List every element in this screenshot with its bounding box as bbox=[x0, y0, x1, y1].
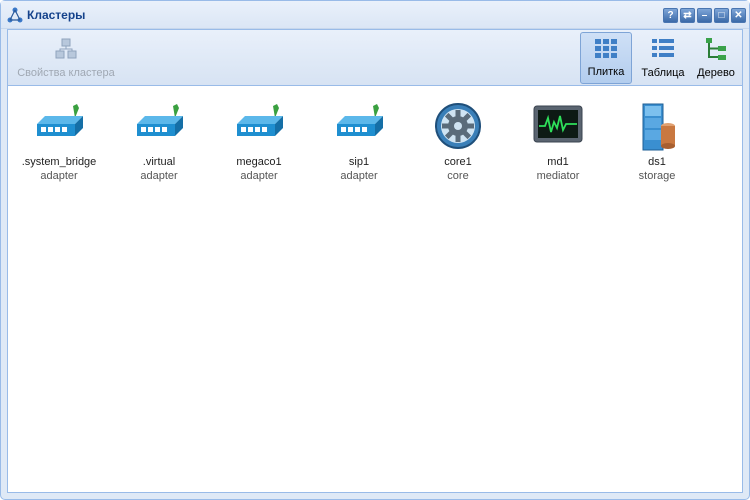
cluster-type: adapter bbox=[240, 170, 278, 182]
cluster-tile-core1[interactable]: core1 core bbox=[411, 98, 505, 188]
cluster-tile-system-bridge[interactable]: .system_bridge adapter bbox=[12, 98, 106, 188]
cluster-properties-label: Свойства кластера bbox=[17, 67, 115, 79]
cluster-type: adapter bbox=[40, 170, 78, 182]
adapter-icon bbox=[37, 104, 83, 136]
cluster-type: adapter bbox=[140, 170, 178, 182]
cluster-name: sip1 bbox=[348, 156, 370, 168]
refresh-button[interactable]: ⇄ bbox=[680, 8, 695, 23]
gear-icon bbox=[435, 103, 481, 149]
adapter-icon bbox=[137, 104, 183, 136]
view-table-button[interactable]: Таблица bbox=[636, 32, 690, 84]
cluster-name: md1 bbox=[547, 156, 569, 168]
cluster-tile-virtual[interactable]: .virtual adapter bbox=[112, 98, 206, 188]
tiles-icon bbox=[595, 39, 617, 58]
cluster-name: .system_bridge bbox=[21, 156, 97, 168]
cluster-tile-megaco1[interactable]: megaco1 adapter bbox=[212, 98, 306, 188]
cluster-tile-ds1[interactable]: ds1 storage bbox=[610, 98, 704, 188]
cluster-tile-sip1[interactable]: sip1 adapter bbox=[312, 98, 406, 188]
adapter-icon bbox=[337, 104, 383, 136]
cluster-name: ds1 bbox=[648, 156, 666, 168]
cluster-properties-icon bbox=[55, 38, 77, 59]
cluster-name: core1 bbox=[444, 156, 472, 168]
help-button[interactable]: ? bbox=[663, 8, 678, 23]
cluster-icon bbox=[7, 7, 23, 23]
cluster-type: core bbox=[447, 170, 469, 182]
adapter-icon bbox=[237, 104, 283, 136]
view-tiles-button[interactable]: Плитка bbox=[580, 32, 632, 84]
maximize-button[interactable]: □ bbox=[714, 8, 729, 23]
window-title: Кластеры bbox=[27, 8, 86, 22]
cluster-type: mediator bbox=[536, 170, 580, 182]
monitor-icon bbox=[533, 105, 583, 143]
close-button[interactable]: ✕ bbox=[731, 8, 746, 23]
cluster-tiles-panel: .system_bridge adapter .virtual adapter bbox=[7, 85, 743, 493]
clusters-window: Кластеры ? ⇄ – □ ✕ Свойства кластера Пли… bbox=[0, 0, 750, 500]
view-table-label: Таблица bbox=[641, 67, 685, 79]
cluster-name: megaco1 bbox=[236, 156, 282, 168]
minimize-button[interactable]: – bbox=[697, 8, 712, 23]
cluster-type: adapter bbox=[340, 170, 378, 182]
storage-icon bbox=[642, 103, 675, 151]
table-icon bbox=[652, 39, 674, 57]
view-tiles-label: Плитка bbox=[587, 66, 625, 78]
cluster-type: storage bbox=[638, 170, 676, 182]
cluster-name: .virtual bbox=[142, 156, 176, 168]
toolbar: Свойства кластера Плитка Таблица Дерево bbox=[7, 29, 743, 85]
view-tree-button[interactable]: Дерево bbox=[692, 32, 740, 84]
view-tree-label: Дерево bbox=[697, 67, 735, 79]
tree-icon bbox=[706, 38, 726, 60]
cluster-tile-md1[interactable]: md1 mediator bbox=[511, 98, 605, 188]
title-bar[interactable]: Кластеры ? ⇄ – □ ✕ bbox=[1, 1, 749, 29]
cluster-properties-button[interactable]: Свойства кластера bbox=[14, 32, 118, 84]
